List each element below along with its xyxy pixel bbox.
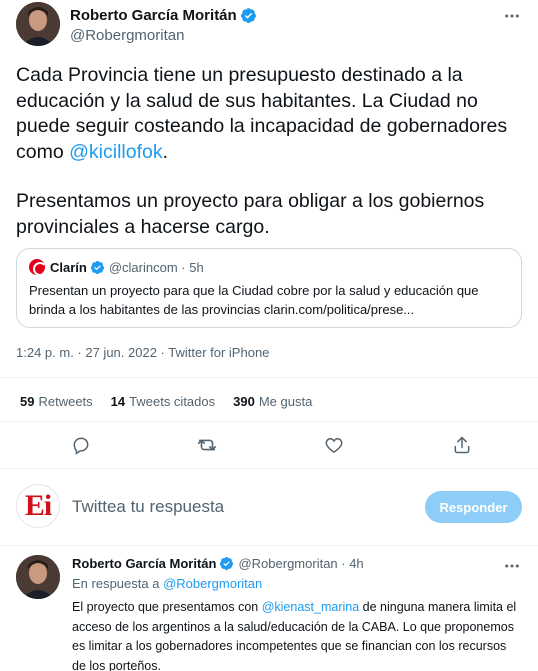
quoted-tweet-card[interactable]: Clarín @clarincom · 5h Presentan un proy… [16,248,522,328]
divider [0,468,538,469]
reply-input[interactable]: Twittea tu respuesta [72,497,224,517]
likes-stat[interactable]: 390 Me gusta [233,394,312,409]
heart-icon[interactable] [323,434,345,456]
replying-to-handle[interactable]: @Robergmoritan [163,576,262,591]
clarin-logo-icon [29,259,45,275]
reply-tweet-text: El proyecto que presentamos con @kienast… [72,600,517,671]
divider [0,545,538,546]
divider [0,421,538,422]
mention-link[interactable]: @kicillofok [69,141,162,163]
reply-button[interactable]: Responder [425,491,522,523]
author-name[interactable]: Roberto García Moritán [70,7,237,24]
verified-badge-icon [90,260,105,275]
action-bar [0,430,538,460]
user-avatar[interactable]: Ei [16,484,60,528]
verified-badge-icon [240,7,257,24]
mention-link[interactable]: @kienast_marina [262,600,359,614]
divider [0,377,538,378]
tweet-paragraph-2: Presentamos un proyecto para obligar a l… [16,190,485,238]
quoted-author-name: Clarín [50,259,87,275]
quoted-tweet-text: Presentan un proyecto para que la Ciudad… [29,283,479,317]
replying-to: En respuesta a @Robergmoritan [72,576,263,591]
reply-author-name[interactable]: Roberto García Moritán [72,556,216,571]
more-options-icon[interactable] [502,556,522,576]
share-icon[interactable] [451,434,473,456]
reply-author-handle[interactable]: @Robergmoritan · 4h [238,556,363,571]
reply-composer: Ei Twittea tu respuesta Responder [0,478,538,538]
comment-icon[interactable] [70,434,92,456]
tweet-timestamp[interactable]: 1:24 p. m. · 27 jun. 2022 · Twitter for … [16,345,269,360]
retweets-stat[interactable]: 59 Retweets [20,394,93,409]
tweet-paragraph-1: Cada Provincia tiene un presupuesto dest… [16,64,508,163]
reply-author-avatar[interactable] [16,555,60,599]
more-options-icon[interactable] [502,6,522,26]
retweet-icon[interactable] [196,434,218,456]
quoted-author-handle: @clarincom · 5h [108,259,204,275]
author-avatar[interactable] [16,2,60,46]
author-handle[interactable]: @Robergmoritan [70,27,184,44]
quotes-stat[interactable]: 14 Tweets citados [111,394,215,409]
verified-badge-icon [219,556,234,571]
tweet-text: Cada Provincia tiene un presupuesto dest… [16,63,522,240]
tweet-stats: 59 Retweets 14 Tweets citados 390 Me gusta [20,394,330,409]
